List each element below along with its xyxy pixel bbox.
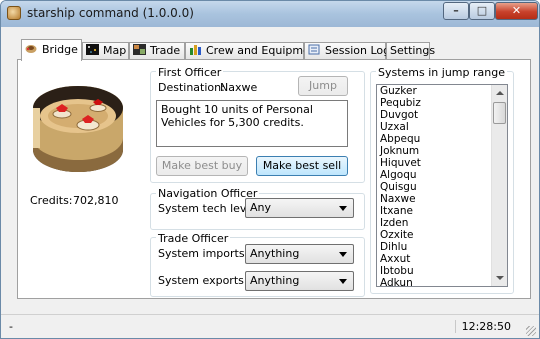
scroll-down-icon[interactable]: [496, 276, 504, 280]
tab-settings[interactable]: Settings: [386, 42, 435, 60]
list-item[interactable]: Itxane: [377, 205, 507, 217]
tab-crew-and-equipment[interactable]: Crew and Equipment: [185, 42, 321, 60]
chevron-down-icon: [339, 206, 347, 211]
maximize-button[interactable]: □: [469, 2, 495, 20]
list-item[interactable]: Quisgu: [377, 181, 507, 193]
bridge-icon: [25, 45, 37, 53]
status-text: -: [9, 320, 13, 333]
make-best-buy-button[interactable]: Make best buy: [156, 156, 248, 176]
chevron-down-icon: [339, 252, 347, 257]
scroll-thumb[interactable]: [493, 102, 506, 124]
list-item[interactable]: Joknum: [377, 145, 507, 157]
list-item[interactable]: Abpequ: [377, 133, 507, 145]
tech-level-select[interactable]: Any: [245, 198, 354, 218]
system-imports-select[interactable]: Anything: [245, 244, 354, 264]
destination-value: Naxwe: [220, 81, 258, 94]
minimize-icon: –: [453, 4, 459, 17]
system-imports-label: System imports:: [158, 247, 249, 260]
close-icon: ✕: [511, 4, 522, 17]
map-icon: [86, 44, 99, 55]
systems-title: Systems in jump range: [376, 66, 507, 79]
list-item[interactable]: Dihlu: [377, 241, 507, 253]
credits-value: 702,810: [73, 194, 119, 207]
tab-session-log[interactable]: Session Log: [304, 42, 390, 60]
credits-label: Credits:: [30, 194, 73, 207]
list-item[interactable]: Hiquvet: [377, 157, 507, 169]
list-item[interactable]: Axxut: [377, 253, 507, 265]
app-window: starship command (1.0.0.0) – □ ✕ Bridge …: [0, 0, 540, 339]
tab-map-label: Map: [103, 44, 127, 57]
system-imports-value: Anything: [250, 247, 300, 260]
systems-scrollbar[interactable]: [491, 85, 507, 286]
list-item[interactable]: Ozxite: [377, 229, 507, 241]
navigation-officer-title: Navigation Officer: [156, 187, 260, 200]
status-bar: - 12:28:50: [1, 314, 539, 338]
trade-icon: [133, 44, 146, 55]
tab-map[interactable]: Map: [82, 42, 129, 60]
first-officer-message[interactable]: Bought 10 units of Personal Vehicles for…: [156, 100, 348, 147]
list-item[interactable]: Pequbiz: [377, 97, 507, 109]
list-item[interactable]: Adkun: [377, 277, 507, 286]
crew-icon: [190, 45, 201, 55]
list-item[interactable]: Izden: [377, 217, 507, 229]
list-item[interactable]: Duvgot: [377, 109, 507, 121]
window-title: starship command (1.0.0.0): [27, 6, 194, 20]
list-item[interactable]: Ibtobu: [377, 265, 507, 277]
tab-trade[interactable]: Trade: [129, 42, 185, 60]
resize-grip-icon[interactable]: [526, 326, 536, 336]
system-exports-value: Anything: [250, 274, 300, 287]
tab-session-log-label: Session Log: [325, 44, 391, 57]
list-item[interactable]: Naxwe: [377, 193, 507, 205]
jump-button[interactable]: Jump: [298, 76, 348, 96]
scroll-up-icon[interactable]: [496, 91, 504, 95]
list-item[interactable]: Guzker: [377, 85, 507, 97]
title-bar[interactable]: starship command (1.0.0.0) – □ ✕: [1, 1, 539, 27]
list-item[interactable]: Algoqu: [377, 169, 507, 181]
systems-list[interactable]: Guzker Pequbiz Duvgot Uzxal Abpequ Joknu…: [376, 84, 508, 287]
list-item[interactable]: Uzxal: [377, 121, 507, 133]
tab-settings-label: Settings: [390, 44, 436, 57]
status-clock: 12:28:50: [454, 320, 511, 333]
trade-officer-title: Trade Officer: [156, 232, 231, 245]
minimize-button[interactable]: –: [443, 2, 469, 20]
log-icon: [308, 44, 320, 55]
systems-list-items: Guzker Pequbiz Duvgot Uzxal Abpequ Joknu…: [377, 85, 507, 286]
tab-trade-label: Trade: [150, 44, 181, 57]
chevron-down-icon: [339, 279, 347, 284]
tab-bridge[interactable]: Bridge: [21, 39, 82, 61]
app-icon[interactable]: [7, 6, 21, 20]
system-exports-label: System exports:: [158, 274, 248, 287]
close-button[interactable]: ✕: [495, 2, 538, 20]
maximize-icon: □: [476, 4, 488, 17]
first-officer-title: First Officer: [156, 66, 224, 79]
tab-bridge-label: Bridge: [42, 43, 78, 56]
destination-label: Destination:: [158, 81, 225, 94]
make-best-sell-button[interactable]: Make best sell: [256, 156, 348, 176]
system-exports-select[interactable]: Anything: [245, 271, 354, 291]
tech-level-value: Any: [250, 201, 272, 214]
starship-bridge-image: [33, 86, 123, 172]
